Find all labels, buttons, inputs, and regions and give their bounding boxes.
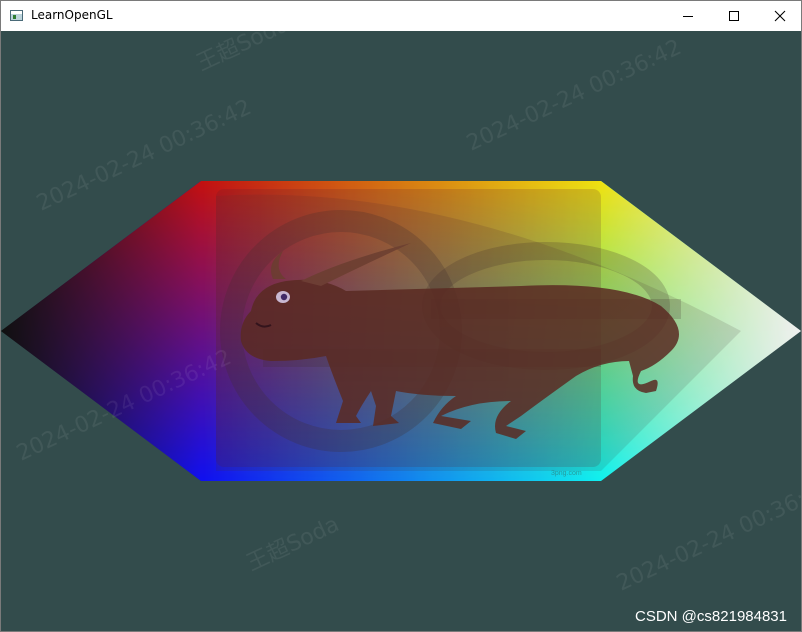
texture-caption: 3png.com: [551, 470, 582, 477]
minimize-button[interactable]: [665, 1, 711, 31]
app-window-icon: [10, 10, 23, 21]
render-canvas: 3png.com 2024-02-24 00:36:42 王超Soda 2024…: [1, 31, 801, 596]
watermark-text: 王超Soda: [243, 512, 343, 576]
watermark-text: 王超Soda: [193, 31, 293, 76]
csdn-credit: CSDN @cs821984831: [635, 608, 787, 625]
minimize-icon: [683, 16, 693, 17]
title-bar[interactable]: LearnOpenGL: [1, 1, 801, 31]
watermark-text: 2024-02-24 00:36:42: [463, 35, 685, 156]
close-icon: [774, 10, 786, 22]
close-button[interactable]: [757, 1, 802, 31]
maximize-button[interactable]: [711, 1, 757, 31]
window-title: LearnOpenGL: [31, 8, 113, 22]
maximize-icon: [729, 11, 739, 21]
watermark-text: 2024-02-24 00:36:42: [613, 475, 801, 596]
opengl-viewport: 3png.com 2024-02-24 00:36:42 王超Soda 2024…: [1, 31, 801, 631]
app-window: LearnOpenGL 3png.com 2024-02-24 00:36:42…: [0, 0, 802, 632]
